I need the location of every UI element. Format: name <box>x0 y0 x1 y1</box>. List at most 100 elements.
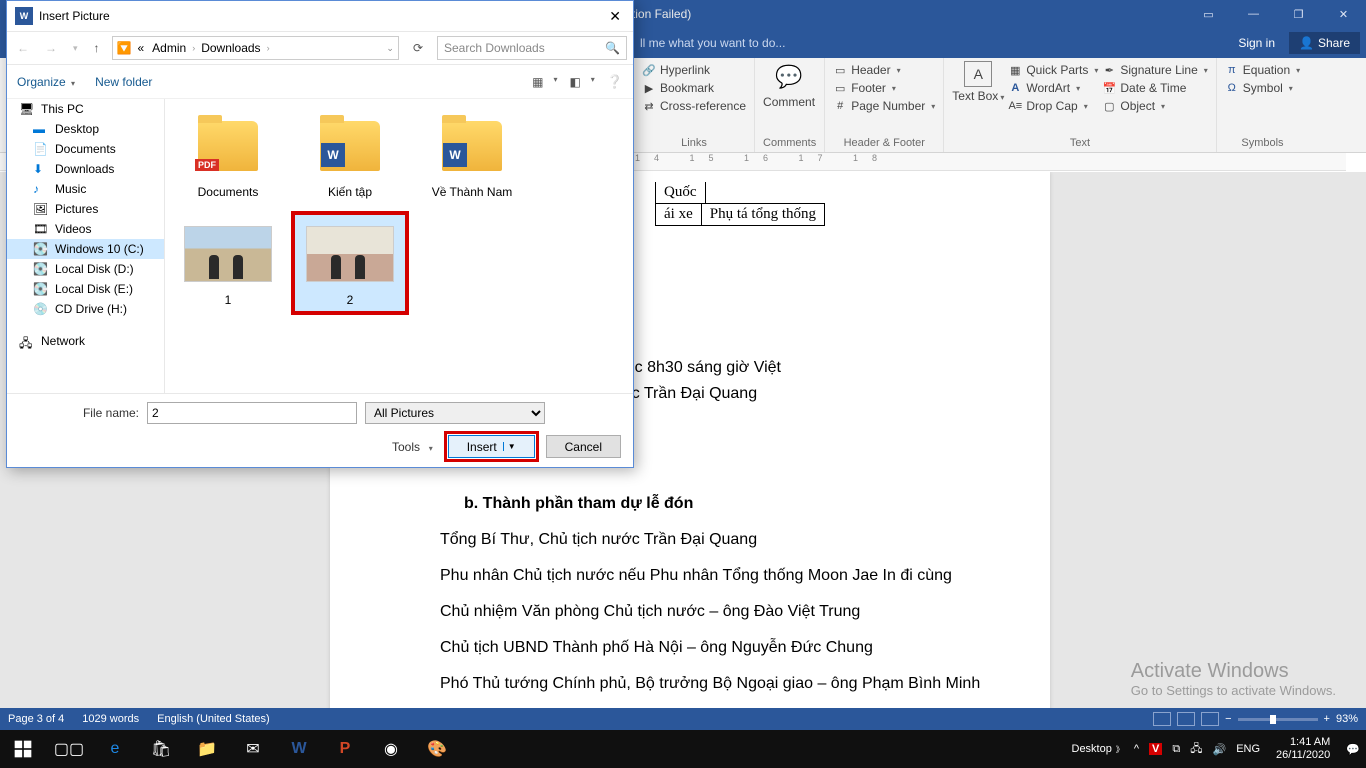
minimize-button[interactable]: — <box>1231 0 1276 28</box>
nav-forward-button[interactable]: → <box>41 41 61 55</box>
signature-line-button[interactable]: ✒Signature Line▾ <box>1102 61 1207 79</box>
table-cell[interactable]: Phụ tá tổng thống <box>701 204 824 226</box>
symbol-button[interactable]: ΩSymbol▾ <box>1225 79 1300 97</box>
page-indicator[interactable]: Page 3 of 4 <box>8 713 64 725</box>
edge-icon[interactable]: e <box>92 730 138 768</box>
dialog-title-bar[interactable]: W Insert Picture ✕ <box>7 1 633 31</box>
sidebar-item-videos[interactable]: 🎞Videos <box>7 219 164 239</box>
file-item-folder-kientap[interactable]: W Kiến tập <box>295 107 405 203</box>
organize-button[interactable]: Organize ▾ <box>17 75 75 89</box>
nav-back-button[interactable]: ← <box>13 41 33 55</box>
nav-up-button[interactable]: ↑ <box>90 41 104 55</box>
sidebar-item-network[interactable]: 🖧Network <box>7 331 164 351</box>
ribbon-options-icon[interactable]: ▭ <box>1186 0 1231 28</box>
cancel-button[interactable]: Cancel <box>546 435 621 458</box>
file-item-folder-documents[interactable]: PDF Documents <box>173 107 283 203</box>
equation-button[interactable]: πEquation▾ <box>1225 61 1300 79</box>
sidebar-item-music[interactable]: ♪Music <box>7 179 164 199</box>
zoom-level[interactable]: 93% <box>1336 713 1358 725</box>
quick-parts-button[interactable]: ▦Quick Parts▾ <box>1008 61 1098 79</box>
word-count[interactable]: 1029 words <box>82 713 139 725</box>
hyperlink-button[interactable]: 🔗Hyperlink <box>642 61 746 79</box>
breadcrumb-segment[interactable]: Admin <box>150 41 188 55</box>
refresh-button[interactable]: ⟳ <box>407 41 429 55</box>
text-box-button[interactable]: A Text Box▾ <box>952 61 1004 137</box>
paragraph[interactable]: Chủ nhiệm Văn phòng Chủ tịch nước – ông … <box>440 600 1000 624</box>
sidebar-item-e-drive[interactable]: 💽Local Disk (E:) <box>7 279 164 299</box>
sidebar-item-cd-drive[interactable]: 💿CD Drive (H:) <box>7 299 164 319</box>
tray-network-icon[interactable]: 🖧 <box>1190 740 1202 759</box>
paint-icon[interactable]: 🎨 <box>414 730 460 768</box>
dialog-close-button[interactable]: ✕ <box>605 8 625 25</box>
tray-volume-icon[interactable]: 🔊 <box>1213 743 1227 756</box>
task-view-button[interactable]: ▢▢ <box>46 730 92 768</box>
filename-input[interactable] <box>147 402 357 424</box>
heading-b[interactable]: b. Thành phần tham dự lễ đón <box>464 492 1000 516</box>
paragraph[interactable]: Phu nhân Chủ tịch nước nếu Phu nhân Tổng… <box>440 564 1000 588</box>
store-icon[interactable]: 🛍 <box>138 730 184 768</box>
sidebar-item-this-pc[interactable]: 🖥This PC <box>7 99 164 119</box>
show-desktop-label[interactable]: Desktop 》 <box>1072 743 1124 755</box>
search-input[interactable]: Search Downloads 🔍 <box>437 36 627 60</box>
cross-reference-button[interactable]: ⇄Cross-reference <box>642 97 746 115</box>
table-cell[interactable]: Quốc <box>656 182 706 204</box>
file-explorer-icon[interactable]: 📁 <box>184 730 230 768</box>
signin-link[interactable]: Sign in <box>1228 36 1285 50</box>
zoom-slider[interactable] <box>1238 718 1318 721</box>
sidebar-item-pictures[interactable]: 🖼Pictures <box>7 199 164 219</box>
document-table[interactable]: Quốc <box>655 182 706 204</box>
help-button[interactable]: ❔ <box>607 74 623 90</box>
language-indicator[interactable]: English (United States) <box>157 713 270 725</box>
tell-me-input[interactable]: ll me what you want to do... <box>640 36 785 50</box>
view-mode-button[interactable]: ▦ ▾ <box>532 75 557 89</box>
tray-v-icon[interactable]: V <box>1149 743 1162 755</box>
action-center-icon[interactable]: 💬 <box>1346 743 1360 756</box>
comment-button[interactable]: 💬 Comment <box>763 61 815 137</box>
tools-dropdown[interactable]: Tools ▾ <box>392 440 433 454</box>
page-number-button[interactable]: #Page Number▾ <box>833 97 935 115</box>
drop-cap-button[interactable]: A≡Drop Cap▾ <box>1008 97 1098 115</box>
date-time-button[interactable]: 📅Date & Time <box>1102 79 1207 97</box>
powerpoint-taskbar-icon[interactable]: P <box>322 730 368 768</box>
bookmark-button[interactable]: ▶Bookmark <box>642 79 746 97</box>
file-list[interactable]: PDF Documents W Kiến tập W Về Thành Nam … <box>165 99 633 393</box>
object-button[interactable]: ▢Object▾ <box>1102 97 1207 115</box>
nav-recent-button[interactable]: ▾ <box>69 43 82 54</box>
wordart-button[interactable]: AWordArt▾ <box>1008 79 1098 97</box>
print-layout-button[interactable] <box>1177 712 1195 726</box>
address-dropdown[interactable]: ⌄ <box>386 43 394 54</box>
zoom-in-button[interactable]: + <box>1324 713 1330 725</box>
tray-up-icon[interactable]: ^ <box>1134 743 1139 755</box>
header-button[interactable]: ▭Header▾ <box>833 61 935 79</box>
file-filter-dropdown[interactable]: All Pictures <box>365 402 545 424</box>
paragraph[interactable]: Tổng Bí Thư, Chủ tịch nước Trần Đại Quan… <box>440 528 1000 552</box>
sidebar-item-downloads[interactable]: ⬇Downloads <box>7 159 164 179</box>
tray-bluetooth-icon[interactable]: ⧉ <box>1172 743 1180 756</box>
close-button[interactable]: ✕ <box>1321 0 1366 28</box>
address-bar[interactable]: 🔽 « Admin › Downloads › ⌄ <box>112 36 399 60</box>
tray-clock[interactable]: 1:41 AM 26/11/2020 <box>1270 736 1336 762</box>
paragraph[interactable]: Chủ tịch UBND Thành phố Hà Nội – ông Ngu… <box>440 636 1000 660</box>
breadcrumb-segment[interactable]: Downloads <box>199 41 262 55</box>
preview-pane-button[interactable]: ◧ ▾ <box>569 75 594 89</box>
file-item-folder-vethanhnam[interactable]: W Về Thành Nam <box>417 107 527 203</box>
file-item-image-1[interactable]: 1 <box>173 215 283 311</box>
read-mode-button[interactable] <box>1153 712 1171 726</box>
sidebar-item-c-drive[interactable]: 💽Windows 10 (C:) <box>7 239 164 259</box>
sidebar-item-documents[interactable]: 📄Documents <box>7 139 164 159</box>
new-folder-button[interactable]: New folder <box>95 75 152 89</box>
chrome-icon[interactable]: ◉ <box>368 730 414 768</box>
sidebar-item-d-drive[interactable]: 💽Local Disk (D:) <box>7 259 164 279</box>
word-taskbar-icon[interactable]: W <box>276 730 322 768</box>
insert-button[interactable]: Insert▼ <box>448 435 535 458</box>
insert-split-dropdown[interactable]: ▼ <box>503 442 516 451</box>
tray-language[interactable]: ENG <box>1236 743 1260 755</box>
document-table[interactable]: ái xe Phụ tá tổng thống <box>655 203 825 226</box>
footer-button[interactable]: ▭Footer▾ <box>833 79 935 97</box>
restore-button[interactable]: ❐ <box>1276 0 1321 28</box>
paragraph[interactable]: Phó Thủ tướng Chính phủ, Bộ trưởng Bộ Ng… <box>440 672 1000 696</box>
mail-icon[interactable]: ✉ <box>230 730 276 768</box>
web-layout-button[interactable] <box>1201 712 1219 726</box>
zoom-out-button[interactable]: − <box>1225 713 1231 725</box>
share-button[interactable]: 👤 Share <box>1289 32 1360 54</box>
